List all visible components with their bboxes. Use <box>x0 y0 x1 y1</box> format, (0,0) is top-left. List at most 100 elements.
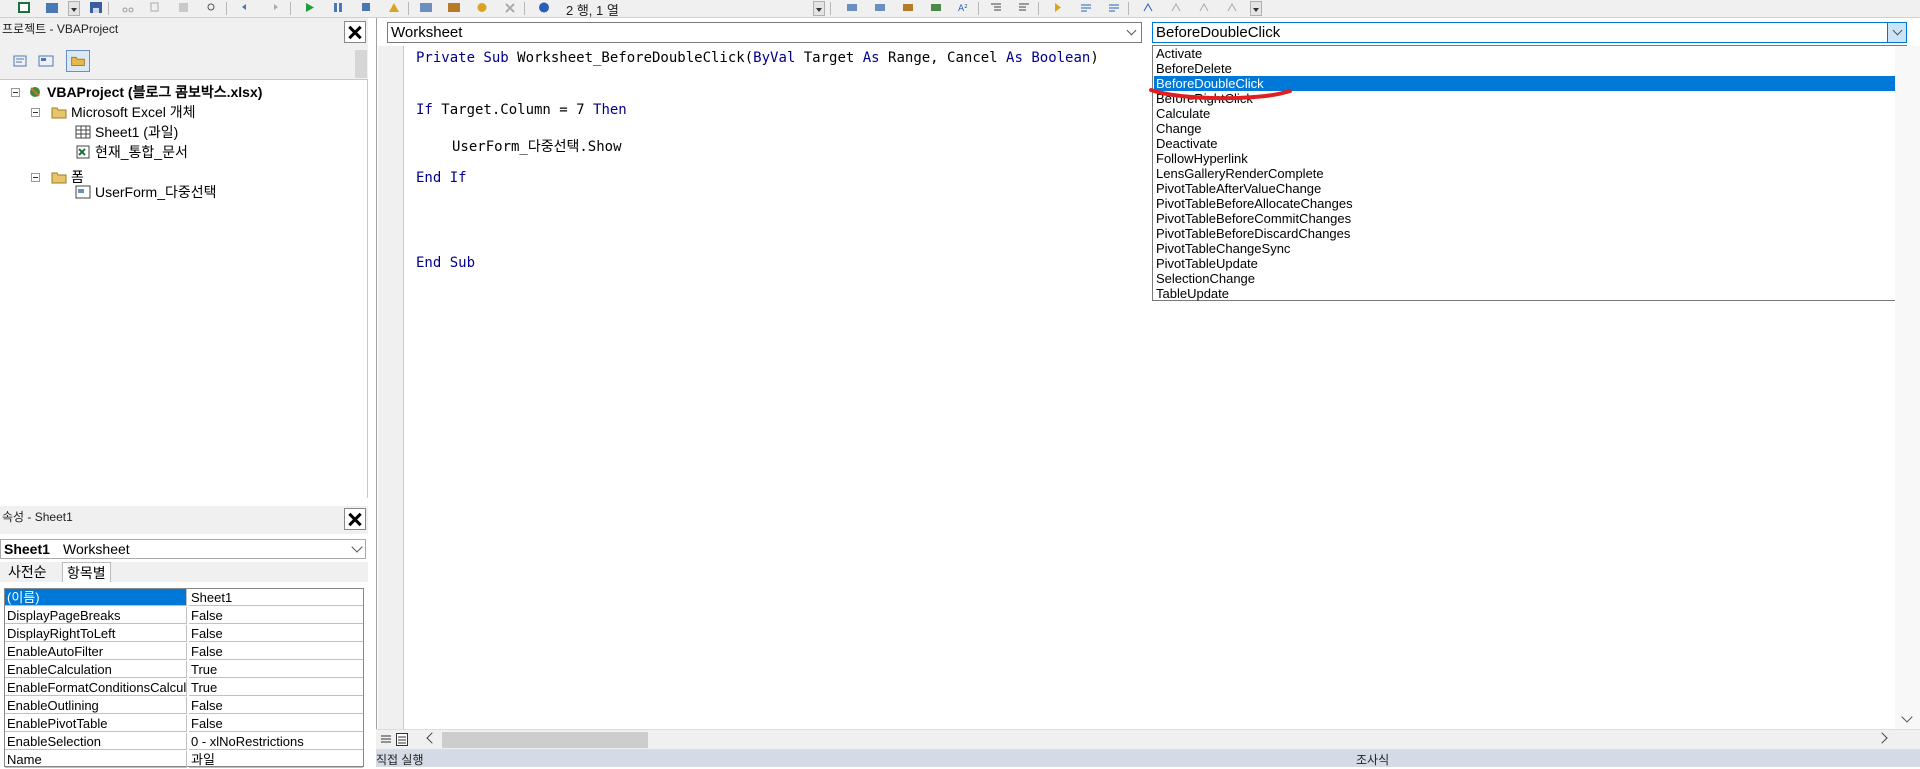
close-project-explorer-icon[interactable] <box>344 21 366 43</box>
clear-bookmarks-icon[interactable] <box>1226 2 1238 13</box>
paste-icon[interactable] <box>178 2 190 13</box>
vertical-scrollbar[interactable] <box>1895 46 1920 730</box>
list-properties-icon[interactable] <box>846 2 858 13</box>
dropdown-item[interactable]: TableUpdate <box>1154 286 1905 301</box>
property-value[interactable]: False <box>189 715 363 732</box>
procedure-view-icon[interactable] <box>380 733 392 746</box>
previous-bookmark-icon[interactable] <box>1198 2 1210 13</box>
code-line[interactable]: UserForm_다중선택.Show <box>452 136 622 156</box>
procedure-combobox[interactable]: BeforeDoubleClick <box>1152 22 1907 43</box>
reset-icon[interactable] <box>360 2 372 13</box>
property-row[interactable]: EnableSelection 0 - xlNoRestrictions <box>5 733 363 751</box>
dropdown-item[interactable]: PivotTableBeforeDiscardChanges <box>1154 226 1905 241</box>
run-icon[interactable] <box>304 2 316 13</box>
toggle-bookmark-icon[interactable] <box>1142 2 1154 13</box>
dropdown-item[interactable]: FollowHyperlink <box>1154 151 1905 166</box>
close-properties-icon[interactable] <box>344 508 366 530</box>
comment-block-icon[interactable] <box>1080 2 1092 13</box>
tree-item-excel-objects[interactable]: Microsoft Excel 개체 <box>51 103 196 121</box>
scroll-down-arrow-icon[interactable] <box>1901 711 1913 723</box>
tree-item-workbook[interactable]: 현재_통합_문서 <box>75 143 188 161</box>
excel-view-icon[interactable] <box>18 2 30 13</box>
outdent-icon[interactable] <box>1018 2 1030 13</box>
toolbox-icon[interactable] <box>504 2 516 13</box>
break-icon[interactable] <box>332 2 344 13</box>
procedure-dropdown-button[interactable] <box>1887 23 1906 42</box>
collapse-toggle[interactable] <box>31 173 40 182</box>
find-icon[interactable] <box>206 2 218 13</box>
list-constants-icon[interactable] <box>874 2 886 13</box>
toggle-folders-icon[interactable] <box>66 50 90 72</box>
horizontal-scroll-thumb[interactable] <box>442 732 648 748</box>
scroll-left-arrow-icon[interactable] <box>426 732 438 744</box>
tree-item-vbaproject[interactable]: VBAProject (블로그 콤보박스.xlsx) <box>27 83 262 101</box>
uncomment-block-icon[interactable] <box>1108 2 1120 13</box>
complete-word-icon[interactable]: A² <box>958 2 970 13</box>
insert-module-icon[interactable] <box>46 2 58 13</box>
dropdown-item[interactable]: PivotTableBeforeCommitChanges <box>1154 211 1905 226</box>
property-row[interactable]: EnableCalculation True <box>5 661 363 679</box>
code-line[interactable]: End Sub <box>416 255 475 271</box>
view-code-icon[interactable] <box>8 50 32 72</box>
design-mode-icon[interactable] <box>388 2 400 13</box>
next-bookmark-icon[interactable] <box>1170 2 1182 13</box>
property-row[interactable]: EnableOutlining False <box>5 697 363 715</box>
property-value[interactable]: False <box>189 625 363 642</box>
property-value[interactable]: False <box>189 643 363 660</box>
properties-window-icon[interactable] <box>448 2 460 13</box>
property-value[interactable]: Sheet1 <box>189 589 363 606</box>
view-object-icon[interactable] <box>34 50 58 72</box>
property-value[interactable]: False <box>189 607 363 624</box>
indent-icon[interactable] <box>990 2 1002 13</box>
project-explorer-scroll-handle[interactable] <box>355 50 367 78</box>
collapse-toggle[interactable] <box>31 108 40 117</box>
property-row[interactable]: DisplayPageBreaks False <box>5 607 363 625</box>
code-line[interactable]: Private Sub Worksheet_BeforeDoubleClick(… <box>416 50 1099 66</box>
property-row[interactable]: EnableAutoFilter False <box>5 643 363 661</box>
property-row[interactable]: EnableFormatConditionsCalculationTrue <box>5 679 363 697</box>
toolbar-options-dropdown[interactable] <box>813 1 825 16</box>
collapse-toggle[interactable] <box>11 88 20 97</box>
tree-item-sheet1[interactable]: Sheet1 (과일) <box>75 123 178 141</box>
save-icon[interactable] <box>90 2 102 13</box>
dropdown-item[interactable]: Activate <box>1154 46 1905 61</box>
help-icon[interactable] <box>538 2 550 13</box>
insert-dropdown[interactable] <box>68 1 80 16</box>
project-explorer-icon[interactable] <box>420 2 432 13</box>
property-row[interactable]: DisplayRightToLeft False <box>5 625 363 643</box>
property-value[interactable]: True <box>189 661 363 678</box>
object-browser-icon[interactable] <box>476 2 488 13</box>
cut-icon[interactable] <box>122 2 134 13</box>
code-line[interactable]: End If <box>416 170 467 186</box>
tab-alphabetic[interactable]: 사전순 <box>4 562 51 582</box>
dropdown-item[interactable]: PivotTableChangeSync <box>1154 241 1905 256</box>
dropdown-item[interactable]: LensGalleryRenderComplete <box>1154 166 1905 181</box>
margin-indicator-bar[interactable] <box>378 46 404 730</box>
property-row[interactable]: (이름) Sheet1 <box>5 589 363 607</box>
object-combobox[interactable]: Worksheet <box>387 22 1142 43</box>
code-line[interactable]: If Target.Column = 7 Then <box>416 102 627 118</box>
quick-info-icon[interactable] <box>902 2 914 13</box>
redo-icon[interactable] <box>268 2 280 13</box>
dropdown-item[interactable]: PivotTableBeforeAllocateChanges <box>1154 196 1905 211</box>
full-module-view-icon[interactable] <box>396 733 408 746</box>
property-value[interactable]: True <box>189 679 363 696</box>
scroll-right-arrow-icon[interactable] <box>1876 732 1888 744</box>
copy-icon[interactable] <box>150 2 162 13</box>
property-value[interactable]: False <box>189 697 363 714</box>
toggle-breakpoint-icon[interactable] <box>1052 2 1064 13</box>
properties-object-select[interactable]: Sheet1 Worksheet <box>0 539 366 559</box>
property-value[interactable]: 0 - xlNoRestrictions <box>189 733 363 750</box>
undo-icon[interactable] <box>240 2 252 13</box>
dropdown-item[interactable]: BeforeDelete <box>1154 61 1905 76</box>
dropdown-item[interactable]: PivotTableAfterValueChange <box>1154 181 1905 196</box>
property-row[interactable]: EnablePivotTable False <box>5 715 363 733</box>
property-row[interactable]: Name 과일 <box>5 751 363 769</box>
edit-toolbar-dropdown[interactable] <box>1250 1 1262 16</box>
dropdown-item[interactable]: SelectionChange <box>1154 271 1905 286</box>
tree-item-userform[interactable]: UserForm_다중선택 <box>75 183 217 201</box>
dropdown-item[interactable]: PivotTableUpdate <box>1154 256 1905 271</box>
dropdown-item[interactable]: Deactivate <box>1154 136 1905 151</box>
property-value[interactable]: 과일 <box>189 751 363 768</box>
tab-categorized[interactable]: 항목별 <box>62 562 111 582</box>
